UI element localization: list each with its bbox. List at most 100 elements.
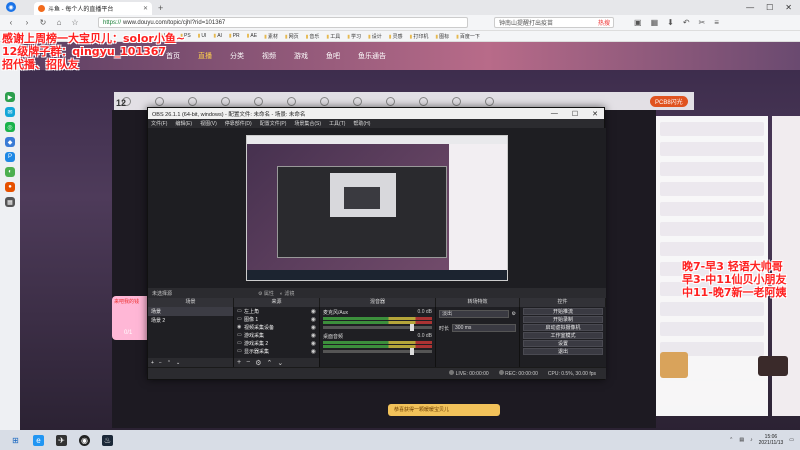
menu-icon[interactable]: ≡	[714, 18, 719, 27]
toolbar-icon[interactable]	[188, 96, 197, 106]
volume-slider[interactable]	[323, 348, 432, 355]
transition-settings-icon[interactable]: ⚙	[512, 311, 516, 317]
bookmark-item[interactable]: 百度一下	[456, 33, 480, 40]
browser-tab[interactable]: 斗鱼 - 每个人的直播平台 ✕	[34, 2, 152, 15]
obs-menu-tools[interactable]: 工具(T)	[329, 120, 345, 127]
toolbar-icon[interactable]	[287, 96, 296, 106]
scene-item[interactable]: 场景 2	[148, 316, 233, 325]
start-icon[interactable]: ⊞	[10, 435, 21, 446]
star-icon[interactable]: ☆	[70, 18, 80, 27]
studio-mode-button[interactable]: 工作室模式	[523, 332, 603, 339]
pinned-app-icon[interactable]: ✈	[56, 434, 67, 446]
steam-icon[interactable]: ♨	[102, 434, 113, 446]
close-window-button[interactable]: ✕	[785, 3, 792, 12]
start-streaming-button[interactable]: 开始推流	[523, 308, 603, 315]
tray-up-icon[interactable]: ⌃	[729, 437, 733, 443]
reload-icon[interactable]: ↻	[38, 18, 48, 27]
obs-preview-area[interactable]	[148, 128, 606, 288]
settings-button[interactable]: 设置	[523, 340, 603, 347]
bookmark-item[interactable]: PR	[229, 33, 240, 39]
game-icon[interactable]: ▦	[5, 197, 15, 207]
move-down-icon[interactable]: ⌄	[277, 359, 283, 367]
browser-logo-icon[interactable]: ◉	[6, 2, 16, 12]
bookmark-item[interactable]: 音乐	[306, 33, 319, 40]
notifications-icon[interactable]: ▭	[789, 437, 794, 443]
source-item[interactable]: ▭ 显示器采集 ◉	[234, 347, 319, 355]
bookmark-item[interactable]: 图标	[435, 33, 449, 40]
visibility-eye-icon[interactable]: ◉	[311, 332, 316, 339]
visibility-eye-icon[interactable]: ◉	[311, 324, 316, 331]
minimize-button[interactable]: —	[746, 3, 754, 12]
obs-close-button[interactable]: ✕	[592, 110, 598, 118]
obs-menu-help[interactable]: 帮助(H)	[353, 120, 370, 127]
obs-taskbar-icon[interactable]: ◉	[79, 434, 90, 446]
nav-games[interactable]: 游戏	[294, 51, 308, 61]
source-item[interactable]: ▭ 图像 1 ◉	[234, 315, 319, 323]
green-app-icon[interactable]: ◐	[5, 167, 15, 177]
obs-minimize-button[interactable]: —	[551, 110, 558, 118]
obs-menu-profile[interactable]: 配置文件(P)	[260, 120, 287, 127]
obs-menu-edit[interactable]: 编辑(E)	[175, 120, 192, 127]
scene-item[interactable]: 场景	[148, 307, 233, 316]
streamer-badge-icon[interactable]	[758, 356, 788, 376]
filters-button[interactable]: ◐ 滤镜	[280, 290, 294, 297]
bookmark-item[interactable]: 素材	[264, 33, 278, 40]
source-item[interactable]: ▭ 游戏采集 ◉	[234, 331, 319, 339]
clock[interactable]: 15:06 2021/11/13	[759, 434, 784, 446]
volume-icon[interactable]: ♪	[750, 437, 753, 443]
obs-menu-scene-collection[interactable]: 场景集合(S)	[294, 120, 321, 127]
bookmark-item[interactable]: AI	[213, 33, 222, 39]
new-tab-button[interactable]: +	[158, 3, 163, 13]
p-icon[interactable]: P	[5, 152, 15, 162]
transition-select[interactable]: 淡出	[439, 310, 509, 318]
bookmark-item[interactable]: 工具	[326, 33, 340, 40]
wechat-icon[interactable]: ◎	[5, 122, 15, 132]
toolbar-icon[interactable]	[419, 96, 428, 106]
source-item[interactable]: ▭ 游戏采集 2 ◉	[234, 339, 319, 347]
move-up-icon[interactable]: ⌃	[266, 359, 272, 367]
volume-slider[interactable]	[323, 324, 432, 331]
toolbar-icon[interactable]	[320, 96, 329, 106]
bookmark-item[interactable]: 网页	[285, 33, 299, 40]
remove-scene-button[interactable]: −	[159, 360, 162, 366]
maximize-button[interactable]: ☐	[766, 3, 773, 12]
toolbar-icon[interactable]	[452, 96, 461, 106]
pcb-badge[interactable]: PCB8闪光	[650, 96, 688, 107]
bookmark-item[interactable]: UI	[198, 33, 206, 39]
source-item[interactable]: ▭ 左上角 ◉	[234, 307, 319, 315]
bookmark-item[interactable]: AE	[247, 33, 257, 39]
obs-menu-docks[interactable]: 停靠部件(D)	[225, 120, 252, 127]
toolbar-icon[interactable]	[221, 96, 230, 106]
bookmark-item[interactable]: 灵感	[389, 33, 403, 40]
move-down-icon[interactable]: ⌄	[176, 360, 180, 366]
toolbar-icon[interactable]	[155, 96, 164, 106]
network-icon[interactable]: ▤	[739, 437, 744, 443]
toolbar-icon[interactable]	[485, 96, 494, 106]
back-icon[interactable]: ‹	[6, 18, 16, 27]
forward-icon[interactable]: ›	[22, 18, 32, 27]
obs-preview[interactable]	[246, 135, 508, 281]
start-recording-button[interactable]: 开始录制	[523, 316, 603, 323]
chat-icon[interactable]: ✉	[5, 107, 15, 117]
orange-app-icon[interactable]: ●	[5, 182, 15, 192]
download-icon[interactable]: ⬇	[667, 18, 674, 27]
home-icon[interactable]: ⌂	[54, 18, 64, 27]
nav-category[interactable]: 分类	[230, 51, 244, 61]
nav-live[interactable]: 直播	[198, 51, 212, 61]
add-scene-button[interactable]: +	[151, 360, 154, 366]
virtual-camera-button[interactable]: 启动虚拟摄像机	[523, 324, 603, 331]
bookmark-item[interactable]: 设计	[368, 33, 382, 40]
toolbar-icon[interactable]	[254, 96, 263, 106]
edge-icon[interactable]: e	[33, 434, 44, 446]
nav-fishbar[interactable]: 鱼吧	[326, 51, 340, 61]
toolbar-icon[interactable]	[386, 96, 395, 106]
close-tab-icon[interactable]: ✕	[143, 5, 148, 12]
nav-video[interactable]: 视频	[262, 51, 276, 61]
obs-menu-view[interactable]: 视图(V)	[200, 120, 217, 127]
visibility-eye-icon[interactable]: ◉	[311, 308, 316, 315]
visibility-eye-icon[interactable]: ◉	[311, 340, 316, 347]
screenshot-icon[interactable]: ✂	[699, 18, 706, 27]
move-up-icon[interactable]: ⌃	[167, 360, 171, 366]
source-item[interactable]: ◉ 视频采集设备 ◉	[234, 323, 319, 331]
obs-maximize-button[interactable]: ☐	[572, 110, 578, 118]
